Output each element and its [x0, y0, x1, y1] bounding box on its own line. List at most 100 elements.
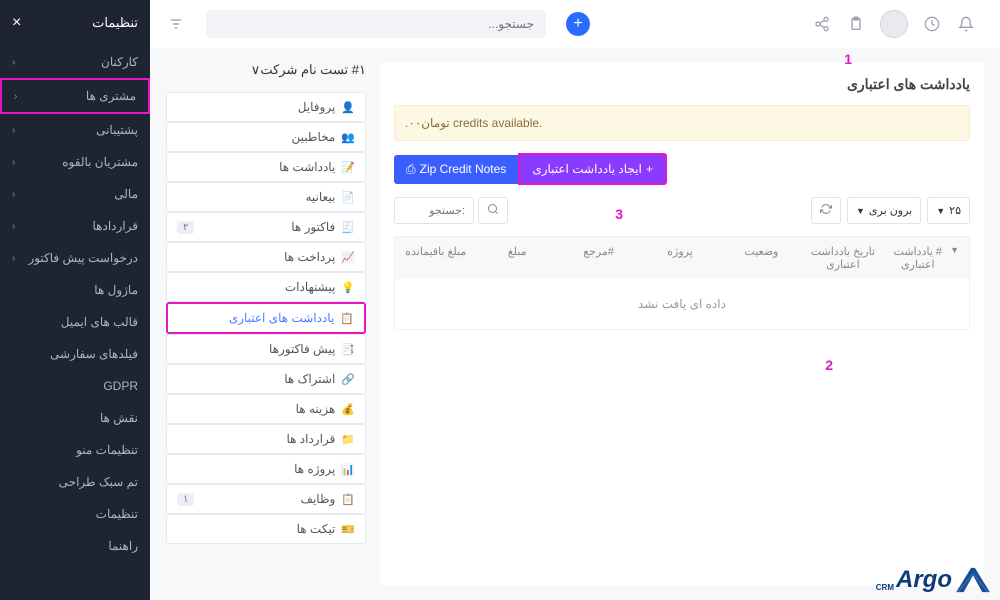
profile-item-1[interactable]: 👥مخاطبین	[166, 122, 366, 152]
item-icon: 🎫	[341, 523, 355, 536]
action-buttons: ⎙ Zip Credit Notes ایجاد یادداشت اعتباری…	[394, 153, 970, 185]
sidebar-item-13[interactable]: تم سبک طراحی	[0, 466, 150, 498]
bell-icon[interactable]	[956, 14, 976, 34]
table-header-col[interactable]: پروژه	[639, 237, 720, 279]
sidebar-item-1[interactable]: مشتری ها‹	[0, 78, 150, 114]
item-icon: 👥	[341, 131, 355, 144]
sidebar-item-14[interactable]: تنظیمات	[0, 498, 150, 530]
item-icon: 📝	[341, 161, 355, 174]
credit-notes-table: ▼# یادداشت اعتباریتاریخ یادداشت اعتباریو…	[394, 236, 970, 330]
profile-item-5[interactable]: 📈پرداخت ها	[166, 242, 366, 272]
sidebar-title: تنظیمات	[92, 15, 138, 31]
chevron-left-icon: ‹	[12, 157, 15, 168]
profile-item-3[interactable]: 📄بیعانیه	[166, 182, 366, 212]
table-header-col[interactable]: وضعیت	[721, 237, 802, 279]
page-size-dropdown[interactable]: ▼۲۵	[927, 197, 970, 224]
profile-item-0[interactable]: 👤پروفایل	[166, 92, 366, 122]
settings-sidebar: تنظیمات × کارکنان‹مشتری ها‹پشتیبانی‹مشتر…	[0, 0, 150, 600]
sidebar-item-10[interactable]: GDPR	[0, 370, 150, 402]
table-header-col[interactable]: مبلغ باقیمانده	[395, 237, 476, 279]
item-icon: 💡	[341, 281, 355, 294]
sidebar-item-9[interactable]: فیلدهای سفارشی	[0, 338, 150, 370]
profile-item-7[interactable]: 📋یادداشت های اعتباری	[166, 302, 366, 334]
argo-logo: Argo CRM	[876, 566, 992, 594]
count-badge: ۲	[177, 221, 194, 234]
table-search	[394, 197, 508, 224]
profile-item-13[interactable]: 📋وظایف۱	[166, 484, 366, 514]
topbar-icons	[812, 10, 976, 38]
table-header: ▼# یادداشت اعتباریتاریخ یادداشت اعتباریو…	[395, 237, 969, 279]
sidebar-item-11[interactable]: نقش ها	[0, 402, 150, 434]
profile-item-2[interactable]: 📝یادداشت ها	[166, 152, 366, 182]
item-icon: 📋	[341, 493, 355, 506]
search-input[interactable]	[218, 17, 534, 31]
sidebar-item-3[interactable]: مشتریان بالقوه‹	[0, 146, 150, 178]
add-button[interactable]: +	[566, 12, 590, 36]
chevron-left-icon: ‹	[12, 253, 15, 264]
topbar: +	[150, 0, 1000, 48]
table-search-input[interactable]	[394, 197, 474, 224]
annotation-1: 1	[844, 51, 852, 67]
clock-icon[interactable]	[922, 14, 942, 34]
sidebar-item-0[interactable]: کارکنان‹	[0, 46, 150, 78]
table-controls: ▼برون بری ▼۲۵	[394, 197, 970, 224]
export-dropdown[interactable]: ▼برون بری	[847, 197, 921, 224]
chevron-left-icon: ‹	[12, 125, 15, 136]
refresh-button[interactable]	[811, 197, 841, 224]
plus-icon: +	[646, 162, 653, 176]
profile-item-6[interactable]: 💡پیشنهادات	[166, 272, 366, 302]
item-icon: 🔗	[341, 373, 355, 386]
profile-item-11[interactable]: 📁قرارداد ها	[166, 424, 366, 454]
sidebar-item-15[interactable]: راهنما	[0, 530, 150, 562]
item-icon: 📄	[341, 191, 355, 204]
sidebar-item-5[interactable]: قراردادها‹	[0, 210, 150, 242]
table-empty-state: داده ای یافت نشد	[395, 279, 969, 329]
search-button[interactable]	[478, 197, 508, 224]
item-icon: 📑	[341, 343, 355, 356]
share-icon[interactable]	[812, 14, 832, 34]
panel-title: یادداشت های اعتباری	[394, 76, 970, 93]
sidebar-item-7[interactable]: ماژول ها	[0, 274, 150, 306]
profile-item-4[interactable]: 🧾فاکتور ها۲	[166, 212, 366, 242]
chevron-left-icon: ‹	[12, 189, 15, 200]
annotation-2: 2	[825, 357, 833, 373]
download-icon: ⎙	[406, 162, 416, 177]
table-header-col[interactable]: #مرجع	[558, 237, 639, 279]
table-header-col[interactable]: تاریخ یادداشت اعتباری	[802, 237, 883, 279]
table-header-col[interactable]: مبلغ	[476, 237, 557, 279]
create-credit-note-button[interactable]: ایجاد یادداشت اعتباری +	[518, 153, 667, 185]
profile-item-9[interactable]: 🔗اشتراک ها	[166, 364, 366, 394]
close-icon[interactable]: ×	[12, 14, 21, 32]
chevron-left-icon: ‹	[14, 91, 17, 102]
chevron-left-icon: ‹	[12, 57, 15, 68]
item-icon: 📁	[341, 433, 355, 446]
filter-icon[interactable]	[166, 14, 186, 34]
profile-column: #۱ تست نام شرکت∨ 👤پروفایل👥مخاطبین📝یادداش…	[166, 62, 366, 586]
profile-item-14[interactable]: 🎫تیکت ها	[166, 514, 366, 544]
profile-item-10[interactable]: 💰هزینه ها	[166, 394, 366, 424]
profile-item-8[interactable]: 📑پیش فاکتورها	[166, 334, 366, 364]
company-title[interactable]: #۱ تست نام شرکت∨	[166, 62, 366, 86]
profile-item-12[interactable]: 📊پروژه ها	[166, 454, 366, 484]
chevron-left-icon: ‹	[12, 221, 15, 232]
sidebar-item-4[interactable]: مالی‹	[0, 178, 150, 210]
credit-notes-panel: یادداشت های اعتباری .۰۰تومان credits ava…	[380, 62, 984, 586]
item-icon: 💰	[341, 403, 355, 416]
item-icon: 📊	[341, 463, 355, 476]
table-header-col[interactable]: ▼# یادداشت اعتباری	[884, 237, 969, 279]
global-search	[206, 10, 546, 38]
credits-available-bar: .۰۰تومان credits available.	[394, 105, 970, 141]
sidebar-header: تنظیمات ×	[0, 0, 150, 46]
item-icon: 👤	[341, 101, 355, 114]
avatar[interactable]	[880, 10, 908, 38]
sidebar-item-12[interactable]: تنظیمات منو	[0, 434, 150, 466]
sidebar-item-6[interactable]: درخواست پیش فاکتور‹	[0, 242, 150, 274]
clipboard-icon[interactable]	[846, 14, 866, 34]
item-icon: 🧾	[341, 221, 355, 234]
sidebar-item-2[interactable]: پشتیبانی‹	[0, 114, 150, 146]
zip-credit-notes-button[interactable]: ⎙ Zip Credit Notes	[394, 155, 518, 184]
main-area: + #۱ تست نام شرکت∨ 👤پروفایل👥مخاطبین📝یادد…	[150, 0, 1000, 600]
item-icon: 📈	[341, 251, 355, 264]
item-icon: 📋	[340, 312, 354, 325]
sidebar-item-8[interactable]: قالب های ایمیل	[0, 306, 150, 338]
